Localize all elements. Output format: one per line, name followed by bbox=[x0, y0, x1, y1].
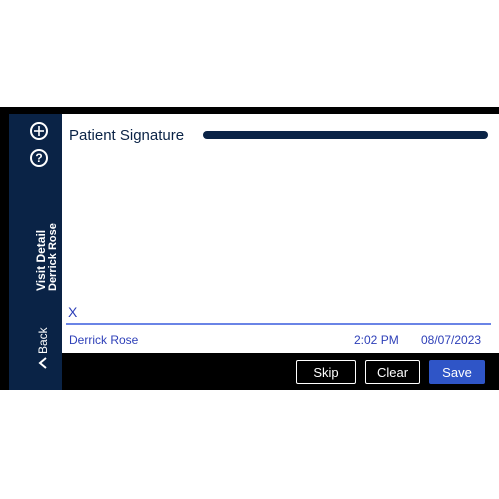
clear-button[interactable]: Clear bbox=[365, 360, 420, 384]
page-title: Patient Signature bbox=[69, 127, 185, 144]
patient-name-label: Derrick Rose bbox=[47, 223, 59, 291]
signature-line bbox=[66, 323, 491, 325]
signer-name: Derrick Rose bbox=[69, 333, 139, 347]
back-button[interactable]: Back bbox=[36, 327, 50, 369]
signature-time: 2:02 PM bbox=[354, 333, 399, 347]
back-label: Back bbox=[36, 327, 50, 354]
visit-detail-title: Visit Detail bbox=[34, 229, 48, 291]
plus-circle-icon[interactable] bbox=[30, 122, 48, 140]
signature-panel[interactable] bbox=[62, 114, 499, 353]
signature-date: 08/07/2023 bbox=[421, 333, 482, 347]
visit-detail-header: Visit Detail Derrick Rose bbox=[34, 223, 59, 291]
signature-x-mark: X bbox=[68, 304, 78, 320]
plus-glyph bbox=[34, 126, 44, 136]
skip-button[interactable]: Skip bbox=[296, 360, 356, 384]
chevron-left-icon bbox=[38, 357, 47, 369]
question-circle-icon[interactable]: ? bbox=[30, 149, 48, 167]
save-button[interactable]: Save bbox=[429, 360, 485, 384]
progress-bar bbox=[203, 131, 488, 139]
